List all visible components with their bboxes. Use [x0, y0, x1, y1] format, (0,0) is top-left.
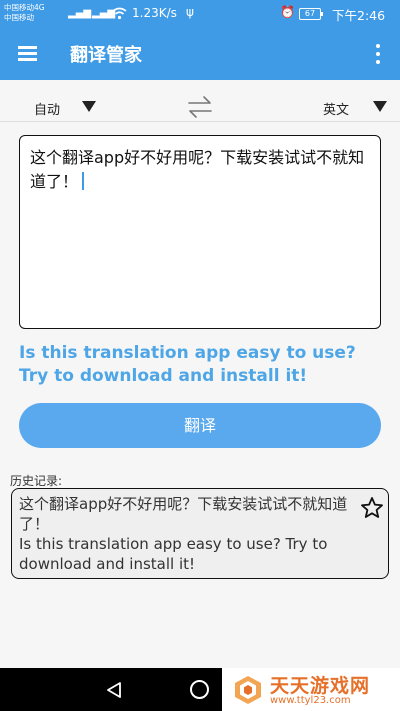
target-dropdown-icon[interactable]	[373, 101, 387, 112]
app-bar: 翻译管家	[0, 28, 400, 80]
text-caret	[82, 172, 85, 190]
history-item[interactable]: 这个翻译app好不好用呢？下载安装试试不就知道了！ Is this transl…	[11, 488, 389, 579]
usb-icon: ψ	[186, 5, 194, 19]
watermark-logo-icon	[235, 676, 261, 704]
source-language-select[interactable]: 自动	[34, 99, 60, 118]
source-dropdown-icon[interactable]	[82, 101, 96, 112]
hamburger-menu-icon[interactable]	[18, 46, 37, 61]
translation-result: Is this translation app easy to use? Try…	[19, 343, 356, 386]
back-icon[interactable]	[105, 681, 123, 699]
app-title: 翻译管家	[70, 45, 142, 66]
network-speed: 1.23K/s	[132, 6, 177, 20]
signal-icon: ▂▄▆	[68, 8, 92, 19]
language-selector-row: 自动 英文	[0, 92, 400, 122]
wifi-icon	[112, 7, 127, 20]
translate-button[interactable]: 翻译	[19, 403, 381, 448]
divider	[0, 121, 400, 122]
watermark-url: www.ttyl23.com	[270, 695, 351, 706]
status-time: 下午2:46	[332, 8, 386, 23]
history-source-text: 这个翻译app好不好用呢？下载安装试试不就知道了！	[19, 495, 348, 533]
battery-indicator: 67	[299, 8, 323, 20]
home-icon[interactable]	[190, 680, 209, 699]
status-bar: 中国移动4G 中国移动 ▂▄▆ ▂▄▆ 1.23K/s ψ ⏰ 67 下午2:4…	[0, 0, 400, 28]
carrier-1: 中国移动4G	[4, 3, 45, 12]
source-text-input[interactable]: 这个翻译app好不好用呢？下载安装试试不就知道了！	[19, 135, 381, 329]
carrier-2: 中国移动	[4, 13, 34, 22]
history-translation-text: Is this translation app easy to use? Try…	[19, 535, 328, 573]
watermark-brand: 天天游戏网	[270, 675, 371, 697]
target-language-select[interactable]: 英文	[323, 99, 349, 118]
star-icon[interactable]	[360, 496, 384, 520]
carrier-info: 中国移动4G 中国移动	[4, 3, 45, 23]
watermark: 天天游戏网 www.ttyl23.com	[222, 668, 400, 711]
more-vert-icon[interactable]	[372, 44, 384, 64]
input-text: 这个翻译app好不好用呢？下载安装试试不就知道了！	[30, 148, 365, 191]
history-label: 历史记录:	[10, 474, 63, 488]
swap-arrows-icon[interactable]	[186, 94, 214, 120]
alarm-icon: ⏰	[280, 5, 295, 19]
